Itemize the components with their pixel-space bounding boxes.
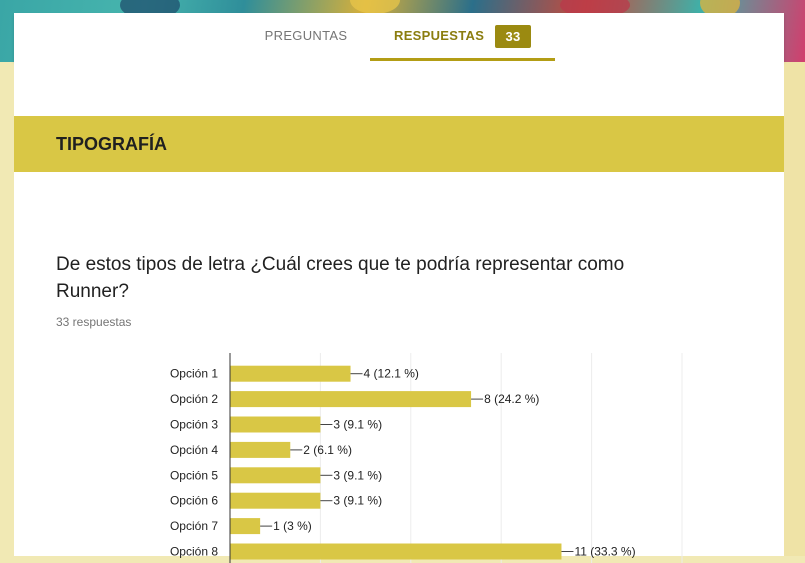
- bar: [230, 391, 472, 408]
- tab-preguntas[interactable]: PREGUNTAS: [244, 13, 368, 61]
- data-label: 3 (9.1 %): [333, 418, 382, 432]
- category-label: Opción 6: [170, 494, 218, 508]
- responses-count-badge: 33: [495, 25, 531, 48]
- section-title: TIPOGRAFÍA: [56, 134, 167, 154]
- question-title: De estos tipos de letra ¿Cuál crees que …: [56, 254, 625, 302]
- category-label: Opción 4: [170, 443, 218, 457]
- bar: [230, 467, 321, 484]
- tab-respuestas-label: RESPUESTAS: [394, 28, 485, 43]
- data-label: 2 (6.1 %): [303, 443, 352, 457]
- data-label: 8 (24.2 %): [484, 392, 539, 406]
- bar: [230, 365, 351, 382]
- bar: [230, 518, 261, 535]
- tab-preguntas-label: PREGUNTAS: [264, 28, 348, 43]
- bar: [230, 441, 291, 458]
- responses-summary: 33 respuestas: [56, 315, 132, 329]
- page-background-strip: [783, 62, 805, 556]
- category-label: Opción 1: [170, 367, 218, 381]
- bar: [230, 416, 321, 433]
- data-label: 11 (33.3 %): [574, 545, 635, 559]
- category-label: Opción 3: [170, 418, 218, 432]
- bar-chart: Opción 1 4 (12.1 %) Opción 2 8 (24.2 %) Opci…: [170, 353, 683, 563]
- category-label: Opción 5: [170, 468, 218, 482]
- data-label: 3 (9.1 %): [333, 468, 382, 482]
- data-label: 3 (9.1 %): [333, 494, 382, 508]
- category-label: Opción 8: [170, 545, 218, 559]
- tab-respuestas[interactable]: RESPUESTAS 33: [370, 13, 555, 61]
- tab-bar: PREGUNTAS RESPUESTAS 33: [14, 13, 784, 61]
- data-label: 1 (3 %): [273, 519, 312, 533]
- bar: [230, 492, 321, 509]
- category-label: Opción 7: [170, 519, 218, 533]
- bar: [230, 543, 562, 560]
- banner-decoration: [350, 0, 400, 14]
- data-label: 4 (12.1 %): [364, 367, 419, 381]
- category-label: Opción 2: [170, 392, 218, 406]
- responses-card: TIPOGRAFÍA De estos tipos de letra ¿Cuál…: [14, 61, 784, 563]
- section-header: TIPOGRAFÍA: [14, 116, 784, 172]
